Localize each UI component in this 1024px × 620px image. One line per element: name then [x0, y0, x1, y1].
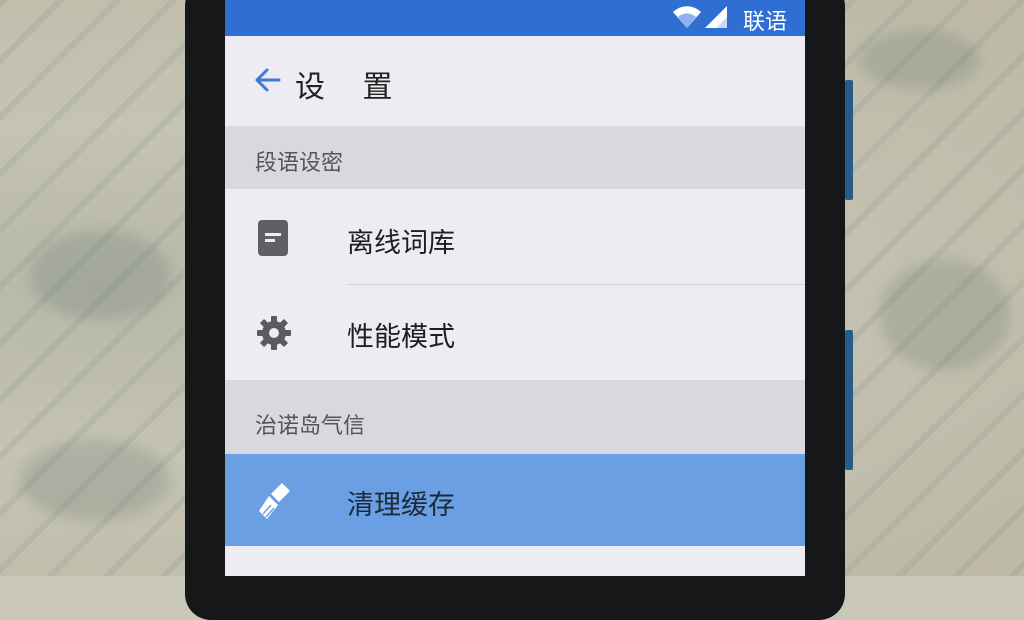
phone-side-button [845, 80, 853, 200]
document-icon [258, 220, 288, 256]
list-item-performance-mode[interactable]: 性能模式 [225, 285, 805, 380]
phone-side-button [845, 330, 853, 470]
list-item-clear-cache[interactable]: 清理缓存 [225, 454, 805, 546]
section-header: 治诺岛气信 [225, 380, 805, 454]
wifi-icon [673, 6, 701, 28]
status-bar: 联语 [225, 0, 805, 36]
list-item-label: 性能模式 [347, 322, 455, 353]
signal-icon [705, 6, 727, 28]
gear-icon [257, 316, 291, 350]
page-title: 设 置 [295, 70, 407, 105]
list-item-offline-dictionary[interactable]: 离线词库 [225, 189, 805, 285]
app-bar: 设 置 [225, 36, 805, 126]
list-item-label: 离线词库 [347, 228, 455, 259]
list-item-partial [225, 546, 805, 576]
section-header: 段语设密 [225, 126, 805, 189]
back-arrow-icon[interactable] [253, 66, 281, 94]
section-header-label: 治诺岛气信 [255, 414, 366, 439]
list-item-label: 清理缓存 [347, 490, 455, 521]
status-carrier-text: 联语 [742, 10, 787, 35]
broom-icon [259, 483, 290, 519]
phone-screen: 联语 设 置 段语设密 离线词库 性能模式 治诺岛气信 清理缓存 [225, 0, 805, 576]
section-header-label: 段语设密 [255, 151, 344, 176]
